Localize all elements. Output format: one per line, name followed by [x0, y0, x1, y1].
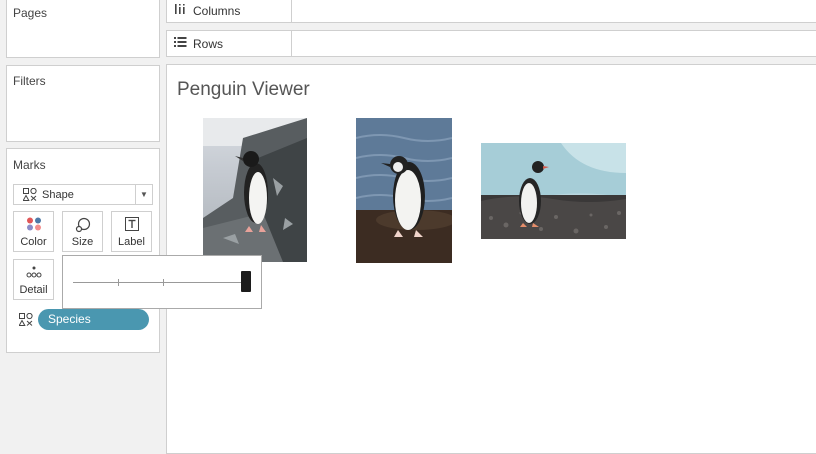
marks-title: Marks [13, 158, 46, 172]
label-label: Label [118, 236, 145, 248]
size-slider-tick [163, 279, 164, 286]
shelf-divider [291, 31, 292, 56]
columns-shelf[interactable]: Columns [166, 0, 816, 23]
detail-icon [14, 265, 53, 282]
penguin-image-1[interactable] [203, 118, 307, 262]
mark-type-label: Shape [42, 189, 74, 201]
rows-label: Rows [193, 37, 224, 51]
size-slider-tick [118, 279, 119, 286]
penguin-image-2[interactable] [356, 118, 452, 263]
chevron-down-icon[interactable]: ▼ [135, 185, 152, 204]
columns-icon [174, 3, 186, 17]
size-icon [63, 217, 102, 236]
view-title: Penguin Viewer [177, 79, 310, 100]
rows-shelf[interactable]: Rows [166, 30, 816, 57]
filters-title: Filters [13, 74, 46, 88]
rows-icon [174, 36, 187, 50]
species-pill-label: Species [48, 312, 91, 326]
detail-label: Detail [19, 284, 48, 296]
size-label: Size [71, 236, 94, 248]
size-slider-track[interactable] [73, 282, 251, 283]
size-slider-handle[interactable] [241, 271, 251, 292]
text-label-icon [112, 217, 151, 234]
color-icon [14, 217, 53, 234]
marks-card: Marks Shape ▼ Color Size Label Detail Sp… [6, 148, 160, 353]
detail-button[interactable]: Detail [13, 259, 54, 300]
size-slider-popup [62, 255, 262, 309]
columns-label: Columns [193, 4, 241, 18]
color-label: Color [20, 236, 47, 248]
pages-title: Pages [13, 6, 48, 20]
label-button[interactable]: Label [111, 211, 152, 252]
mark-type-dropdown[interactable]: Shape ▼ [13, 184, 153, 205]
color-button[interactable]: Color [13, 211, 54, 252]
pages-card[interactable]: Pages [6, 0, 160, 58]
species-pill[interactable]: Species [38, 309, 149, 330]
penguin-image-3[interactable] [481, 143, 626, 239]
shape-icon [22, 187, 37, 204]
shelf-divider [291, 0, 292, 22]
filters-card[interactable]: Filters [6, 65, 160, 142]
shape-icon [18, 312, 33, 331]
size-button[interactable]: Size [62, 211, 103, 252]
